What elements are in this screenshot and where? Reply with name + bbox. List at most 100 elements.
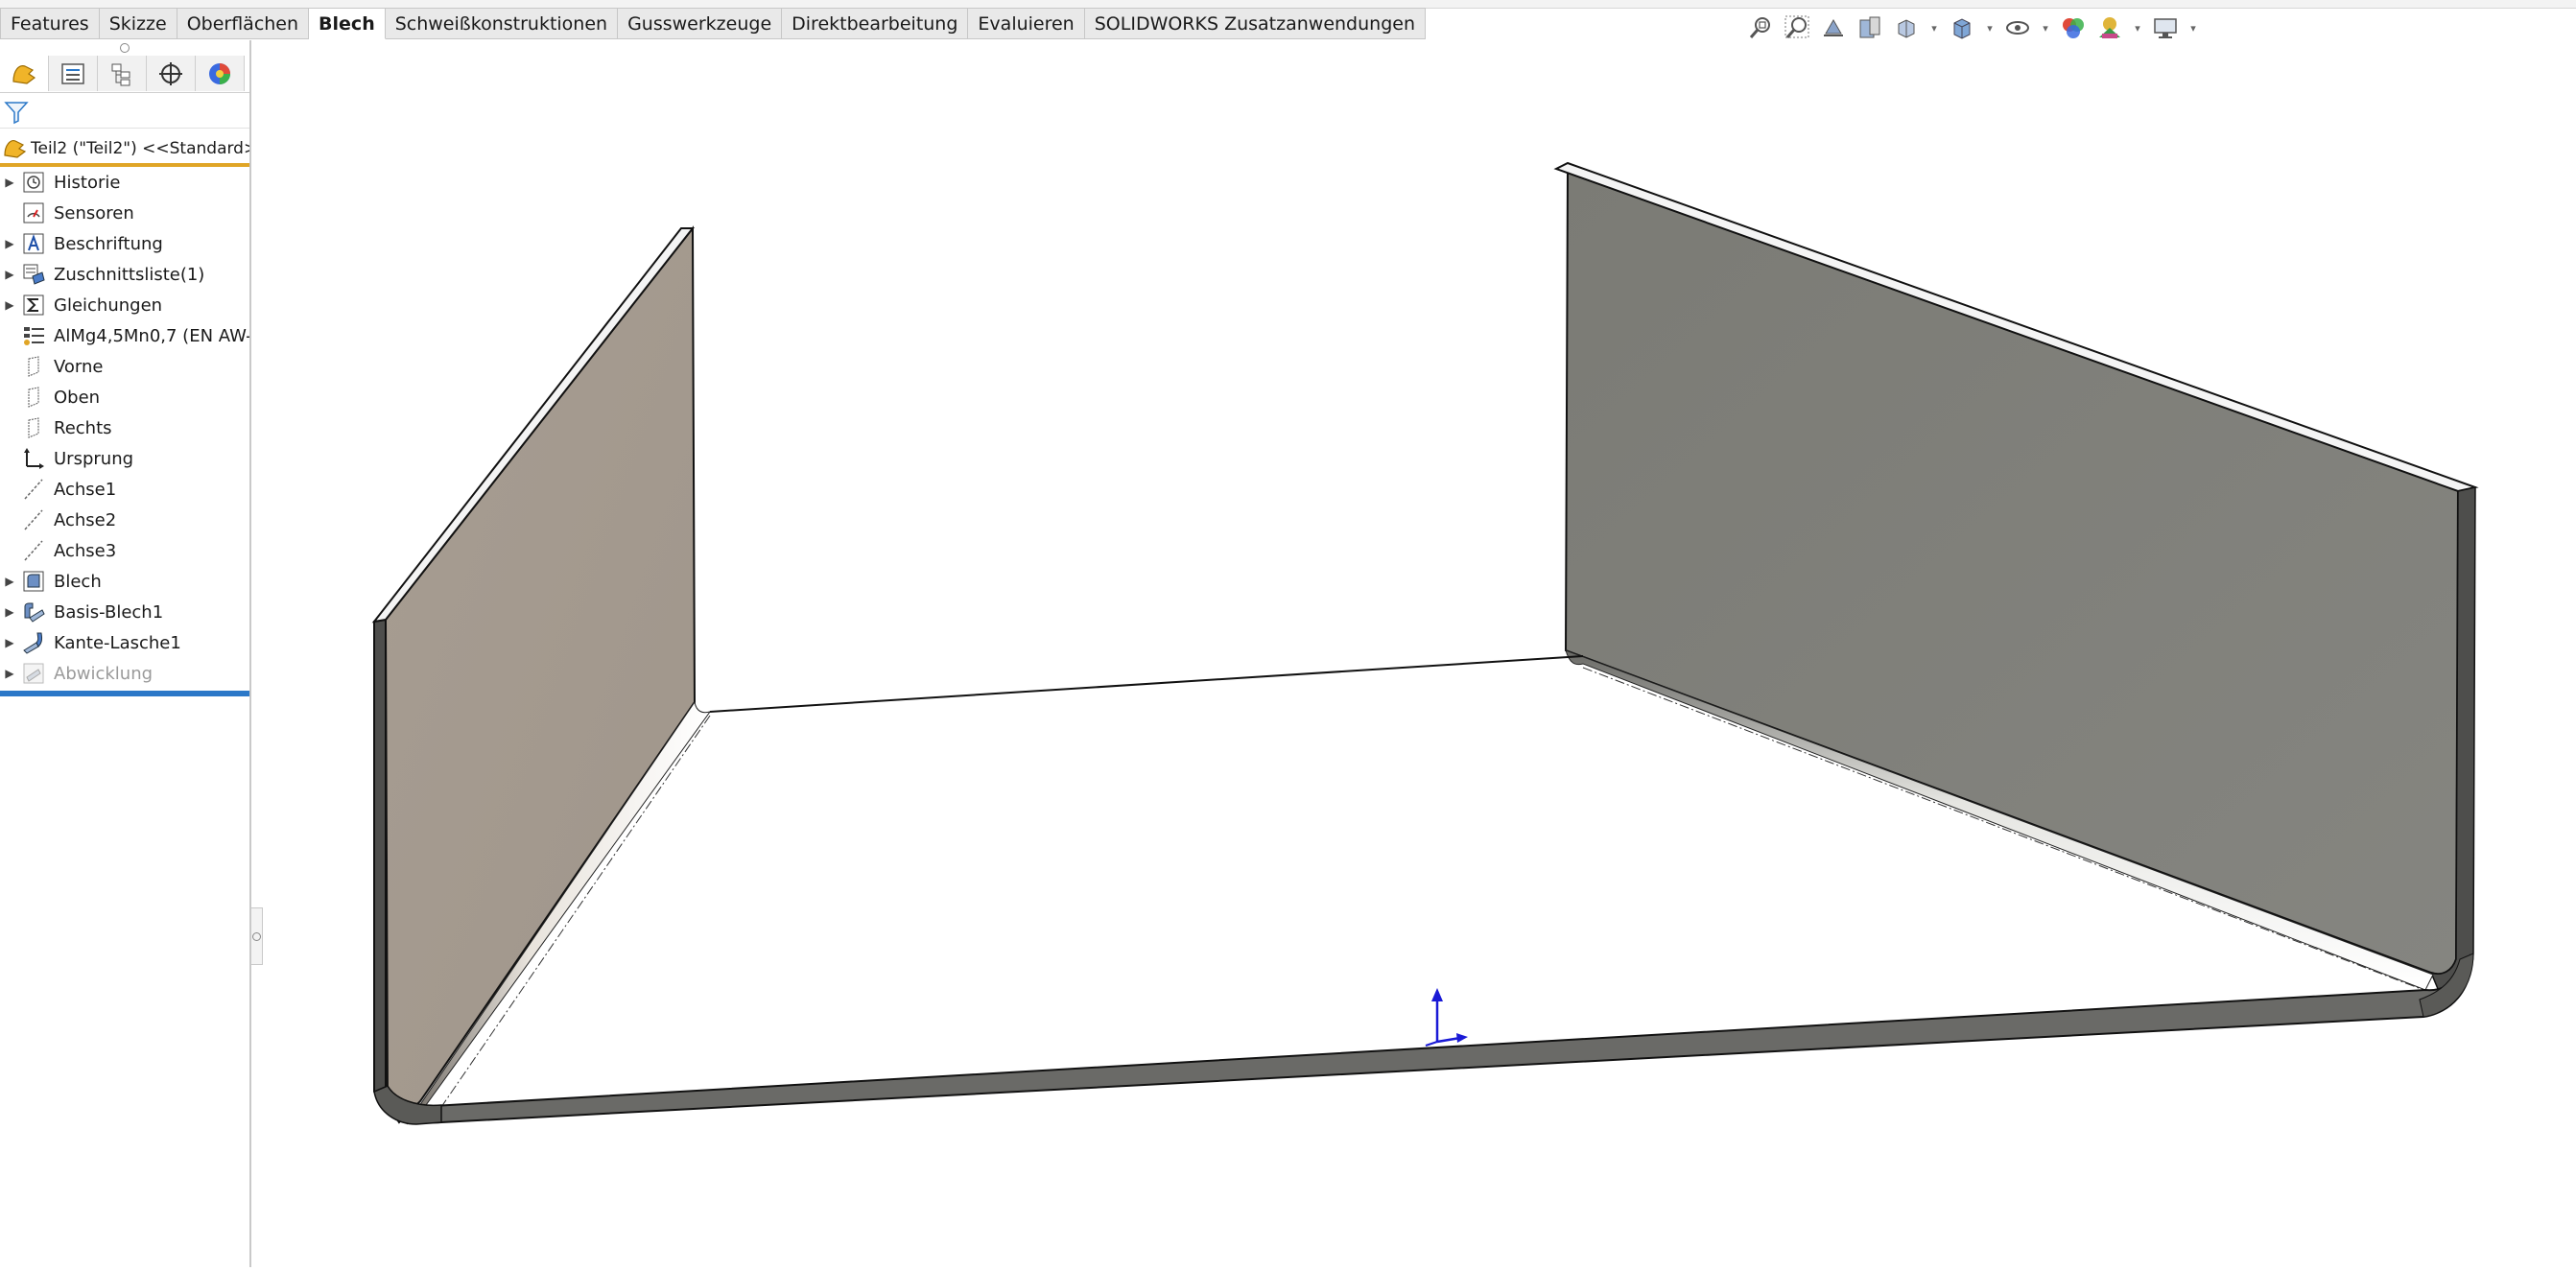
previous-view-icon[interactable] <box>1819 13 1848 42</box>
hide-show-dropdown-icon[interactable]: ▾ <box>2040 22 2051 35</box>
tree-item-rechts[interactable]: Rechts <box>0 412 249 443</box>
tree-item-label: Zuschnittsliste(1) <box>54 264 205 285</box>
property-manager-tab-icon[interactable] <box>49 56 98 91</box>
tab-gusswerkzeuge[interactable]: Gusswerkzeuge <box>618 8 783 39</box>
tree-item-label: Beschriftung <box>54 233 163 254</box>
tab-oberflächen[interactable]: Oberflächen <box>177 8 310 39</box>
hide-show-items-icon[interactable] <box>2003 13 2032 42</box>
tree-item-label: Achse1 <box>54 479 117 500</box>
tree-item-oben[interactable]: Oben <box>0 382 249 412</box>
axis-icon <box>19 538 48 563</box>
tree-item-label: Achse3 <box>54 540 117 561</box>
display-style-icon[interactable] <box>1948 13 1976 42</box>
expand-arrow-icon[interactable]: ▶ <box>0 298 19 312</box>
display-manager-tab-icon[interactable] <box>196 56 245 91</box>
filter-icon[interactable] <box>4 100 29 125</box>
equations-icon <box>19 293 48 318</box>
tree-item-label: Ursprung <box>54 448 134 469</box>
sensor-icon <box>19 200 48 225</box>
configuration-manager-tab-icon[interactable] <box>98 56 147 91</box>
grip-dot-icon <box>120 43 130 53</box>
zoom-to-fit-icon[interactable] <box>1746 13 1775 42</box>
display-style-dropdown-icon[interactable]: ▾ <box>1984 22 1996 35</box>
tree-item-ursprung[interactable]: Ursprung <box>0 443 249 474</box>
panel-collapse-handle[interactable] <box>0 40 249 56</box>
tree-item-achse3[interactable]: Achse3 <box>0 535 249 566</box>
plane-icon <box>19 415 48 440</box>
part-root-node[interactable]: Teil2 ("Teil2") <<Standard>_A <box>0 134 249 167</box>
sheet-metal-icon <box>19 569 48 594</box>
tree-item-label: Achse2 <box>54 509 117 530</box>
expand-arrow-icon[interactable]: ▶ <box>0 575 19 588</box>
cut-list-icon <box>19 262 48 287</box>
rollback-bar[interactable] <box>0 691 249 696</box>
tab-features[interactable]: Features <box>0 8 100 39</box>
left-flange <box>371 225 712 1125</box>
tree-item-gleichungen[interactable]: ▶ Gleichungen <box>0 290 249 320</box>
origin-icon <box>19 446 48 471</box>
heads-up-view-toolbar: ▾ ▾ ▾ ▾ ▾ <box>1746 12 2199 44</box>
expand-arrow-icon[interactable]: ▶ <box>0 237 19 250</box>
graphics-area[interactable] <box>253 40 2576 1267</box>
tab-schweißkonstruktionen[interactable]: Schweißkonstruktionen <box>385 8 619 39</box>
expand-arrow-icon[interactable]: ▶ <box>0 176 19 189</box>
axis-icon <box>19 477 48 502</box>
tab-blech[interactable]: Blech <box>309 8 386 39</box>
feature-tree: ▶ Historie Sensoren ▶ Beschriftung ▶ Zuschnitt… <box>0 167 249 689</box>
material-icon <box>19 323 48 348</box>
tree-item-label: Gleichungen <box>54 294 163 316</box>
base-flange-icon <box>19 600 48 624</box>
manager-tab-bar <box>0 56 249 93</box>
tree-item-achse1[interactable]: Achse1 <box>0 474 249 505</box>
dimxpert-manager-tab-icon[interactable] <box>147 56 196 91</box>
command-manager-tabs: Features Skizze Oberflächen Blech Schweißkon… <box>0 8 1426 40</box>
view-settings-icon[interactable] <box>2151 13 2180 42</box>
tab-solidworks-zusatzanwendungen[interactable]: SOLIDWORKS Zusatzanwendungen <box>1084 8 1426 39</box>
tree-item-vorne[interactable]: Vorne <box>0 351 249 382</box>
apply-scene-icon[interactable] <box>2095 13 2124 42</box>
tree-item-basis-blech1[interactable]: ▶ Basis-Blech1 <box>0 597 249 627</box>
tab-skizze[interactable]: Skizze <box>99 8 177 39</box>
tree-item-label: Rechts <box>54 417 112 438</box>
flatten-icon <box>19 661 48 686</box>
tree-item-label: Abwicklung <box>54 663 154 684</box>
edit-appearance-icon[interactable] <box>2059 13 2088 42</box>
tree-item-blech[interactable]: ▶ Blech <box>0 566 249 597</box>
section-view-icon[interactable] <box>1855 13 1884 42</box>
tree-item-zuschnittsliste-1[interactable]: ▶ Zuschnittsliste(1) <box>0 259 249 290</box>
tree-item-sensoren[interactable]: Sensoren <box>0 198 249 228</box>
tree-item-label: Blech <box>54 571 102 592</box>
part-icon <box>4 140 27 158</box>
view-orientation-dropdown-icon[interactable]: ▾ <box>1928 22 1940 35</box>
apply-scene-dropdown-icon[interactable]: ▾ <box>2132 22 2143 35</box>
annotation-icon <box>19 231 48 256</box>
tab-evaluieren[interactable]: Evaluieren <box>968 8 1085 39</box>
feature-manager-panel: Teil2 ("Teil2") <<Standard>_A ▶ Historie S… <box>0 40 251 1267</box>
view-orientation-icon[interactable] <box>1892 13 1921 42</box>
tree-item-kante-lasche1[interactable]: ▶ Kante-Lasche1 <box>0 627 249 658</box>
zoom-to-area-icon[interactable] <box>1783 13 1811 42</box>
tree-item-label: AlMg4,5Mn0,7 (EN AW-5 <box>54 325 249 346</box>
expand-arrow-icon[interactable]: ▶ <box>0 667 19 680</box>
expand-arrow-icon[interactable]: ▶ <box>0 636 19 649</box>
plane-icon <box>19 354 48 379</box>
tree-item-almg4-5mn0-7-en-aw-5[interactable]: AlMg4,5Mn0,7 (EN AW-5 <box>0 320 249 351</box>
tree-item-label: Basis-Blech1 <box>54 601 164 623</box>
axis-icon <box>19 507 48 532</box>
tree-item-label: Historie <box>54 172 121 193</box>
tree-filter-row[interactable] <box>0 97 249 129</box>
tab-direktbearbeitung[interactable]: Direktbearbeitung <box>782 8 969 39</box>
tree-item-label: Kante-Lasche1 <box>54 632 181 653</box>
tree-item-achse2[interactable]: Achse2 <box>0 505 249 535</box>
expand-arrow-icon[interactable]: ▶ <box>0 268 19 281</box>
view-settings-dropdown-icon[interactable]: ▾ <box>2187 22 2199 35</box>
tree-item-beschriftung[interactable]: ▶ Beschriftung <box>0 228 249 259</box>
tree-item-label: Oben <box>54 387 101 408</box>
tree-item-abwicklung[interactable]: ▶ Abwicklung <box>0 658 249 689</box>
tree-item-historie[interactable]: ▶ Historie <box>0 167 249 198</box>
sheet-metal-model <box>371 161 2479 1125</box>
feature-manager-tab-icon[interactable] <box>0 56 49 91</box>
tree-item-label: Sensoren <box>54 202 134 224</box>
expand-arrow-icon[interactable]: ▶ <box>0 605 19 619</box>
part-root-label: Teil2 ("Teil2") <<Standard>_A <box>31 139 249 158</box>
